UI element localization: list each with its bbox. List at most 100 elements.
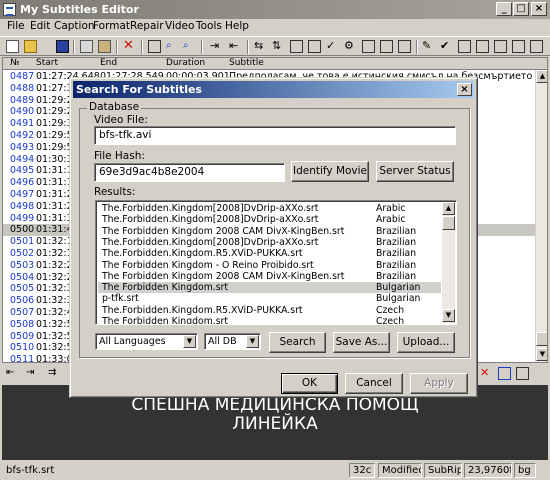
tool-icon[interactable] <box>380 40 393 53</box>
result-language: Arabic <box>376 214 406 226</box>
pen-icon[interactable]: ✎ <box>422 40 435 53</box>
menu-help[interactable]: Help <box>225 20 249 32</box>
col-end[interactable]: End <box>100 58 117 68</box>
tool-icon[interactable] <box>398 40 411 53</box>
scroll-thumb[interactable] <box>536 332 547 346</box>
cancel-button[interactable]: Cancel <box>345 373 403 394</box>
menu-tools[interactable]: Tools <box>196 20 222 32</box>
result-file-name: The Forbidden Kingdom 2008 CAM DivX-King… <box>102 225 345 237</box>
row-number: 0491 <box>10 118 35 130</box>
result-file-name: The.Forbidden.Kingdom.R5.XViD-PUKKA.srt <box>102 248 303 260</box>
status-chars: 32c <box>349 463 375 478</box>
window-title: My Subtitles Editor <box>20 3 139 16</box>
video-icon[interactable] <box>498 367 511 380</box>
new-icon[interactable] <box>6 40 19 53</box>
file-hash-field[interactable]: 69e3d9ac4b8e2004 <box>94 163 285 182</box>
search-dialog: Search For Subtitles × Database Video Fi… <box>69 77 478 398</box>
style-icon[interactable]: ⇅ <box>272 40 285 53</box>
status-modified: Modified <box>378 463 422 478</box>
copy-icon[interactable] <box>80 40 93 53</box>
video-icon[interactable] <box>516 367 529 380</box>
results-list[interactable]: The.Forbidden.Kingdom[2008]DvDrip-aXXo.s… <box>95 200 457 325</box>
result-item[interactable]: The.Forbidden.Kingdom[2008]DvDrip-aXXo.s… <box>98 214 441 225</box>
video-file-field[interactable]: bfs-tfk.avi <box>94 126 456 145</box>
server-status-button[interactable]: Server Status <box>376 161 454 182</box>
menu-edit[interactable]: Edit <box>30 20 50 32</box>
database-select-value: All DB <box>208 336 237 347</box>
dialog-close-button[interactable]: × <box>457 83 472 96</box>
find-icon[interactable]: ⌕ <box>166 40 179 53</box>
result-item[interactable]: The Forbidden Kingdom.srt Czech <box>98 316 441 324</box>
tool-icon[interactable] <box>476 40 489 53</box>
tool-icon[interactable] <box>530 40 543 53</box>
menu-caption[interactable]: Caption <box>54 20 95 32</box>
result-language: Arabic <box>376 203 406 214</box>
close-video-icon[interactable]: ✕ <box>480 367 493 380</box>
split-icon[interactable]: ⇤ <box>229 40 242 53</box>
menu-repair[interactable]: Repair <box>130 20 164 32</box>
result-item[interactable]: The Forbidden Kingdom 2008 CAM DivX-King… <box>98 271 441 282</box>
format-icon[interactable] <box>362 40 375 53</box>
scroll-up-arrow[interactable]: ▲ <box>536 70 547 83</box>
timing-icon[interactable]: ⇥ <box>210 40 223 53</box>
menu-format[interactable]: Format <box>93 20 130 32</box>
result-item[interactable]: The.Forbidden.Kingdom.R5.XViD-PUKKA.srt C… <box>98 305 441 316</box>
apply-button[interactable]: Apply <box>410 373 468 394</box>
tool-icon[interactable] <box>494 40 507 53</box>
shift-icon[interactable]: ⇥ <box>26 367 39 380</box>
color-icon[interactable] <box>290 40 303 53</box>
result-item[interactable]: The.Forbidden.Kingdom.R5.XViD-PUKKA.srt B… <box>98 248 441 259</box>
check-icon[interactable]: ✓ <box>326 40 339 53</box>
scroll-down-arrow[interactable]: ▼ <box>536 348 547 361</box>
chevron-down-icon[interactable]: ▼ <box>183 335 196 348</box>
join-icon[interactable]: ⇆ <box>254 40 267 53</box>
upload-button[interactable]: Upload... <box>397 332 455 353</box>
identify-movie-button[interactable]: Identify Movie <box>291 161 369 182</box>
col-start[interactable]: Start <box>36 58 58 68</box>
insert-icon[interactable] <box>148 40 161 53</box>
menu-video[interactable]: Video <box>165 20 194 32</box>
results-scrollbar[interactable]: ▲ ▼ <box>442 202 455 323</box>
grid-scrollbar[interactable]: ▲ ▼ <box>535 70 547 362</box>
language-select[interactable]: All Languages ▼ <box>95 333 198 350</box>
results-scroll-thumb[interactable] <box>442 216 455 230</box>
settings-icon[interactable]: ⚙ <box>344 40 357 53</box>
save-as-button[interactable]: Save As... <box>333 332 390 353</box>
chevron-down-icon[interactable]: ▼ <box>246 335 259 348</box>
result-item[interactable]: The.Forbidden.Kingdom[2008]DvDrip-aXXo.s… <box>98 203 441 214</box>
maximize-button[interactable]: □ <box>513 2 529 16</box>
language-select-value: All Languages <box>99 336 166 347</box>
paste-icon[interactable] <box>98 40 111 53</box>
col-subtitle[interactable]: Subtitle <box>229 58 264 68</box>
shift-icon[interactable]: ⇉ <box>48 367 61 380</box>
tool-icon[interactable] <box>458 40 471 53</box>
ok-button[interactable]: OK <box>281 373 338 394</box>
database-select[interactable]: All DB ▼ <box>204 333 261 350</box>
result-file-name: The Forbidden Kingdom - O Reino Proibido… <box>102 259 314 271</box>
result-item[interactable]: p-tfk.srt Bulgarian <box>98 293 441 304</box>
col-number[interactable]: № <box>10 58 19 68</box>
minimize-button[interactable]: _ <box>496 2 512 16</box>
row-number: 0508 <box>10 318 35 330</box>
col-duration[interactable]: Duration <box>166 58 205 68</box>
save-icon[interactable] <box>56 40 69 53</box>
tool-icon[interactable] <box>512 40 525 53</box>
status-format: SubRip <box>424 463 462 478</box>
result-item[interactable]: The Forbidden Kingdom - O Reino Proibido… <box>98 260 441 271</box>
row-number: 0509 <box>10 330 35 342</box>
menu-file[interactable]: File <box>7 20 25 32</box>
search-button[interactable]: Search <box>269 332 326 353</box>
result-item[interactable]: The Forbidden Kingdom 2008 CAM DivX-King… <box>98 226 441 237</box>
shift-icon[interactable]: ⇤ <box>6 367 19 380</box>
result-item[interactable]: The Forbidden Kingdom.srt Bulgarian <box>98 282 441 294</box>
row-number: 0496 <box>10 177 35 189</box>
close-button[interactable]: × <box>531 2 547 16</box>
delete-icon[interactable]: ✕ <box>123 39 136 53</box>
result-item[interactable]: The.Forbidden.Kingdom[2008]DvDrip-aXXo.s… <box>98 237 441 248</box>
results-scroll-down-arrow[interactable]: ▼ <box>442 309 455 322</box>
spell-icon[interactable] <box>308 40 321 53</box>
spell-check-icon[interactable]: ✔ <box>440 40 453 53</box>
open-icon[interactable] <box>24 40 37 53</box>
replace-icon[interactable]: ⌕ <box>183 40 196 53</box>
results-scroll-up-arrow[interactable]: ▲ <box>442 202 455 215</box>
